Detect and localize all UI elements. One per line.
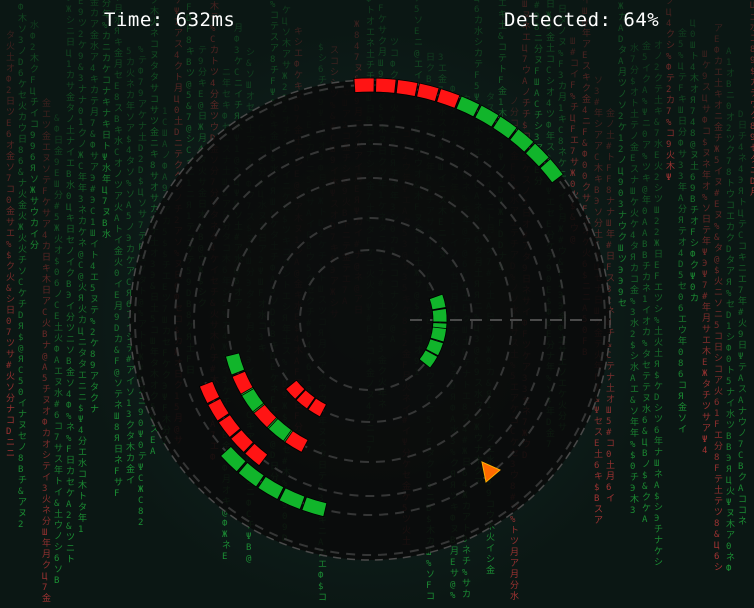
danger-segment[interactable] <box>395 79 419 97</box>
safe-segment[interactable] <box>431 308 448 323</box>
danger-segment[interactable] <box>353 77 375 93</box>
danger-segment[interactable] <box>375 77 397 94</box>
radar-board[interactable] <box>0 0 754 608</box>
